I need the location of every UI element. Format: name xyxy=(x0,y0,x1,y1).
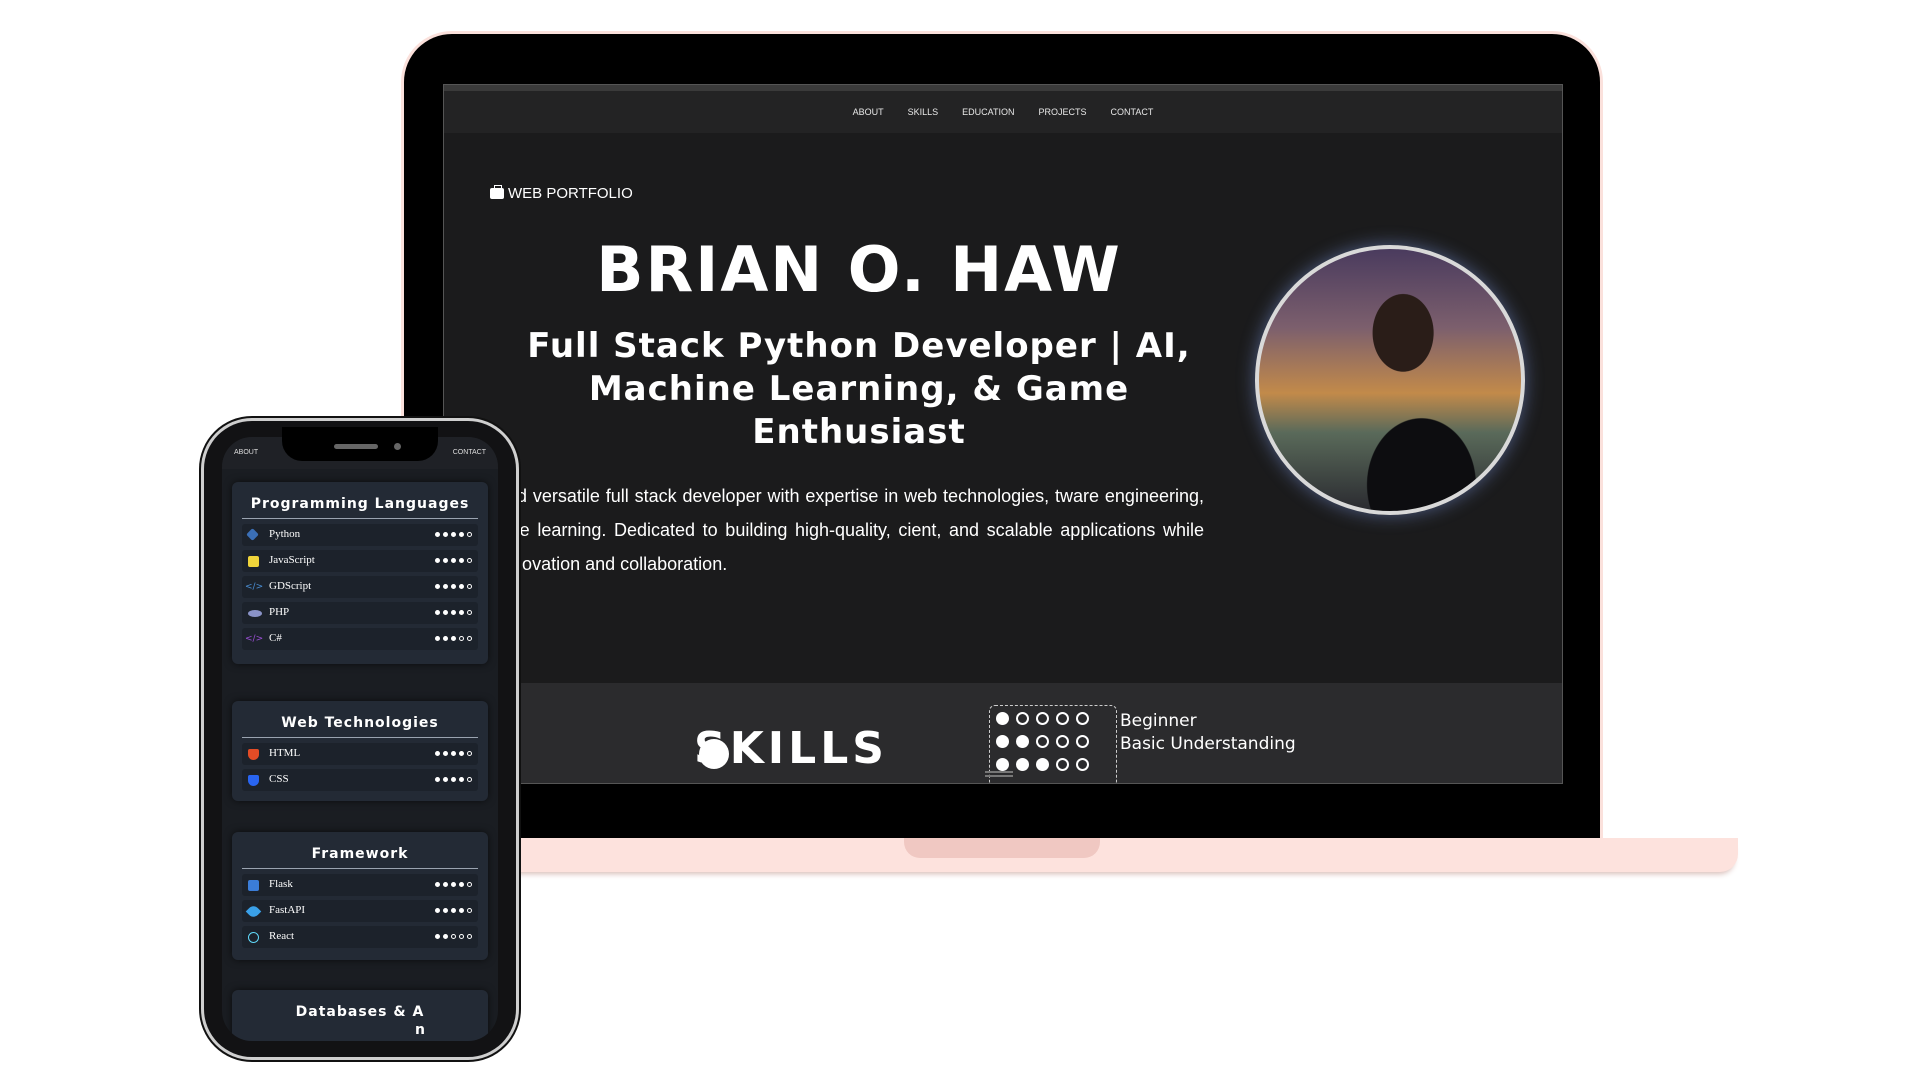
javascript-icon xyxy=(248,556,259,567)
phone-mute-button xyxy=(199,505,203,531)
skill-name: Flask xyxy=(269,878,293,890)
skill-level xyxy=(435,777,472,782)
nav-projects[interactable]: PROJECTS xyxy=(1039,107,1087,117)
laptop-screen: ABOUT SKILLS EDUCATION PROJECTS CONTACT … xyxy=(443,84,1563,784)
skill-php: PHP xyxy=(242,602,478,624)
phone-volume-down xyxy=(199,607,203,653)
skill-level xyxy=(435,636,472,641)
skill-name: CSS xyxy=(269,773,289,785)
code-icon: </> xyxy=(245,582,264,592)
hero-name: BRIAN O. HAW xyxy=(596,233,1122,306)
skill-name: PHP xyxy=(269,606,290,618)
card-web-technologies: Web Technologies HTML CSS xyxy=(232,701,488,801)
card-divider xyxy=(242,868,478,869)
card-title: Framework xyxy=(311,846,409,862)
html-icon xyxy=(248,749,259,760)
legend-label-basic: Basic Understanding xyxy=(1120,734,1296,754)
nav-skills[interactable]: SKILLS xyxy=(908,107,939,117)
skill-csharp: </> C# xyxy=(242,628,478,650)
skill-name: Python xyxy=(269,528,301,540)
skill-flask: Flask xyxy=(242,874,478,896)
rocket-icon xyxy=(245,903,262,920)
phone-speaker xyxy=(334,444,378,449)
skill-react: React xyxy=(242,926,478,948)
code-icon: </> xyxy=(245,634,264,644)
nav-about[interactable]: ABOUT xyxy=(853,107,884,117)
nav-contact[interactable]: CONTACT xyxy=(1111,107,1154,117)
phone-camera xyxy=(394,443,401,450)
hero-title: Full Stack Python Developer | AI, Machin… xyxy=(527,326,1191,452)
profile-photo xyxy=(1255,245,1525,515)
skill-html: HTML xyxy=(242,743,478,765)
card-title: Databases & A xyxy=(295,1004,425,1020)
php-icon xyxy=(248,610,262,617)
card-title-line2: n xyxy=(415,1022,426,1038)
card-databases: Databases & A n xyxy=(232,990,488,1041)
hero-description: ssionate and versatile full stack develo… xyxy=(443,486,1204,574)
skill-name: GDScript xyxy=(269,580,312,592)
phone-nav-about[interactable]: ABOUT xyxy=(234,449,258,456)
skill-name: FastAPI xyxy=(269,904,306,916)
flask-icon xyxy=(248,880,259,891)
python-icon xyxy=(246,528,259,541)
skill-level xyxy=(435,882,472,887)
css-icon xyxy=(248,775,259,786)
skill-level xyxy=(435,908,472,913)
portfolio-eyebrow: WEB PORTFOLIO xyxy=(490,185,633,202)
card-divider xyxy=(242,518,478,519)
react-icon xyxy=(248,932,259,943)
legend-label-beginner: Beginner xyxy=(1120,711,1197,731)
skill-level xyxy=(435,934,472,939)
phone-nav-contact[interactable]: CONTACT xyxy=(453,449,486,456)
nav-education[interactable]: EDUCATION xyxy=(962,107,1014,117)
skill-name: React xyxy=(269,930,295,942)
skill-level xyxy=(435,751,472,756)
skill-level xyxy=(435,532,472,537)
eyebrow-label: WEB PORTFOLIO xyxy=(508,185,633,202)
legend-dots-basic xyxy=(996,735,1089,748)
skills-heading: SKILLS xyxy=(694,723,888,774)
skill-fastapi: FastAPI xyxy=(242,900,478,922)
legend-dots-beginner xyxy=(996,712,1089,725)
card-programming-languages: Programming Languages Python JavaScript … xyxy=(232,482,488,664)
skill-css: CSS xyxy=(242,769,478,791)
card-divider xyxy=(242,737,478,738)
card-title: Programming Languages xyxy=(250,496,470,512)
skill-javascript: JavaScript xyxy=(242,550,478,572)
skill-level xyxy=(435,558,472,563)
card-title: Web Technologies xyxy=(281,715,439,731)
scroll-indicator[interactable] xyxy=(985,771,1013,773)
skill-name: JavaScript xyxy=(269,554,315,566)
skill-name: C# xyxy=(269,632,282,644)
phone-screen: ABOUT CONTACT Programming Languages Pyth… xyxy=(222,437,498,1041)
skill-python: Python xyxy=(242,524,478,546)
top-nav: ABOUT SKILLS EDUCATION PROJECTS CONTACT xyxy=(444,85,1562,133)
legend-dots-partial xyxy=(996,758,1089,771)
skill-level xyxy=(435,584,472,589)
laptop-notch xyxy=(904,838,1100,858)
briefcase-icon xyxy=(490,185,504,199)
phone-volume-up xyxy=(199,550,203,596)
skill-level xyxy=(435,610,472,615)
card-framework: Framework Flask FastAPI React xyxy=(232,832,488,960)
skill-gdscript: </> GDScript xyxy=(242,576,478,598)
skill-name: HTML xyxy=(269,747,301,759)
